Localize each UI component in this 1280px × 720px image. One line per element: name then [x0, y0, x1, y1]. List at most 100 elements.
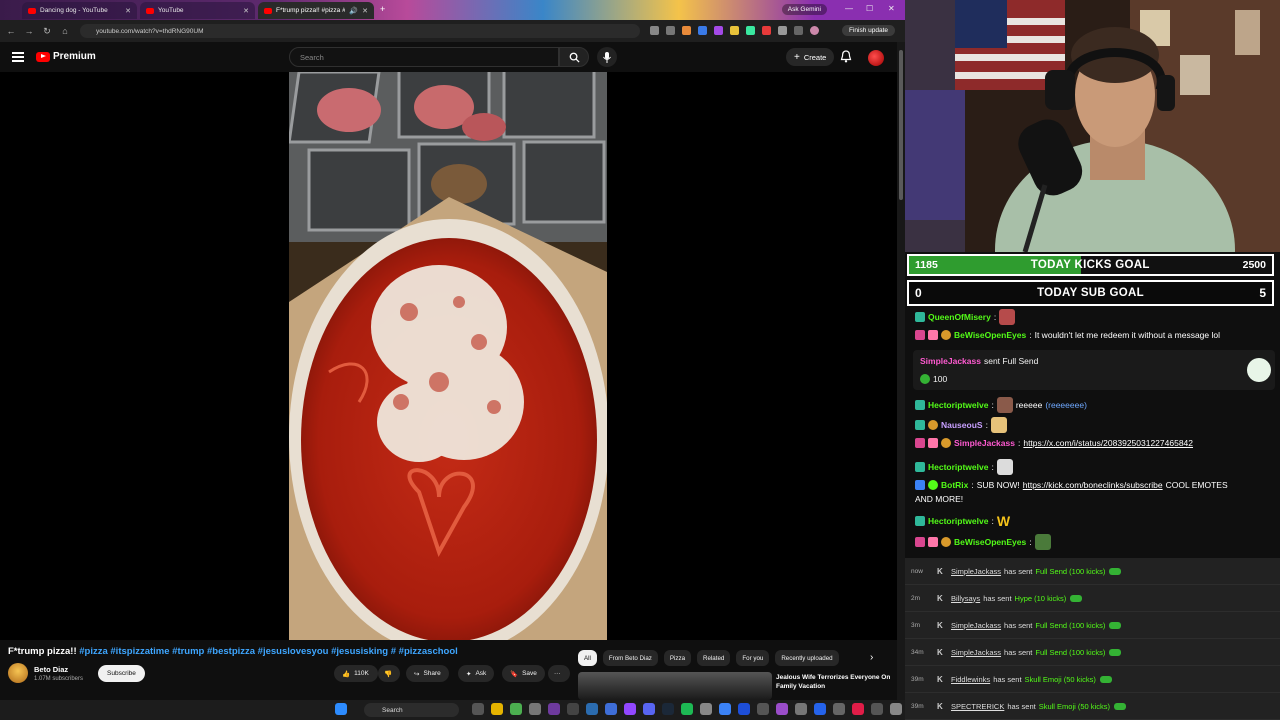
event-user[interactable]: SimpleJackass	[951, 567, 1001, 576]
app-icon[interactable]	[624, 703, 636, 715]
ask-gemini-button[interactable]: Ask Gemini	[781, 4, 827, 15]
url-field[interactable]: youtube.com/watch?v=thdRNG90UM	[80, 24, 640, 38]
subscribe-button[interactable]: Subscribe	[98, 665, 145, 682]
chat-username[interactable]: SimpleJackass	[920, 356, 981, 366]
event-user[interactable]: Fiddlewinks	[951, 675, 990, 684]
finish-update-button[interactable]: Finish update	[841, 25, 895, 36]
video-frame[interactable]	[289, 72, 607, 640]
chip-pizza[interactable]: Pizza	[663, 650, 692, 666]
extension-icon[interactable]	[746, 26, 755, 35]
reload-icon[interactable]: ↻	[38, 26, 56, 37]
new-tab-icon[interactable]: +	[380, 4, 385, 14]
page-scrollbar[interactable]	[897, 42, 905, 700]
chat-username[interactable]: NauseouS	[941, 420, 983, 430]
chat-username[interactable]: BeWiseOpenEyes	[954, 330, 1026, 340]
search-button[interactable]	[559, 47, 589, 67]
chat-username[interactable]: Hectoriptwelve	[928, 516, 988, 526]
chip-from-channel[interactable]: From Beto Diaz	[602, 650, 658, 666]
extension-icon[interactable]	[714, 26, 723, 35]
chip-all[interactable]: All	[578, 650, 597, 666]
chat-username[interactable]: SimpleJackass	[954, 438, 1015, 448]
install-icon[interactable]	[650, 26, 659, 35]
recommended-video-thumbnail[interactable]	[578, 672, 772, 700]
app-icon[interactable]	[719, 703, 731, 715]
youtube-premium-logo[interactable]: Premium	[36, 51, 96, 62]
chat-username[interactable]: BotRix	[941, 480, 968, 490]
account-avatar[interactable]	[868, 50, 884, 66]
puzzle-icon[interactable]	[778, 26, 787, 35]
close-tab-icon[interactable]: ✕	[125, 7, 131, 15]
chip-for-you[interactable]: For you	[736, 650, 770, 666]
event-user[interactable]: SimpleJackass	[951, 648, 1001, 657]
app-icon[interactable]	[529, 703, 541, 715]
forward-icon[interactable]: →	[20, 26, 38, 36]
menu-icon[interactable]	[12, 52, 24, 64]
close-window-icon[interactable]: ✕	[888, 4, 895, 13]
event-user[interactable]: SPECTRERICK	[951, 702, 1004, 711]
file-explorer-icon[interactable]	[491, 703, 503, 715]
obs-icon[interactable]	[548, 703, 560, 715]
recommended-video-title[interactable]: Jealous Wife Terrorizes Everyone On Fami…	[776, 673, 896, 691]
home-icon[interactable]: ⌂	[56, 26, 74, 36]
chat-username[interactable]: QueenOfMisery	[928, 312, 991, 322]
like-button[interactable]: 👍 110K	[334, 665, 378, 682]
windows-start-icon[interactable]	[335, 703, 347, 715]
extension-icon[interactable]	[682, 26, 691, 35]
sidebar-icon[interactable]	[794, 26, 803, 35]
ask-button[interactable]: ✦ Ask	[458, 665, 495, 682]
more-actions-button[interactable]: ···	[548, 665, 570, 682]
chip-recently-uploaded[interactable]: Recently uploaded	[775, 650, 839, 666]
app-icon[interactable]	[795, 703, 807, 715]
extension-icon[interactable]	[730, 26, 739, 35]
profile-avatar-icon[interactable]	[810, 26, 819, 35]
app-icon[interactable]	[757, 703, 769, 715]
close-tab-icon[interactable]: ✕	[243, 7, 249, 15]
steam-icon[interactable]	[662, 703, 674, 715]
taskbar-search[interactable]: Search	[364, 703, 459, 717]
app-icon[interactable]	[871, 703, 883, 715]
channel-avatar[interactable]	[8, 663, 28, 683]
chat-username[interactable]: Hectoriptwelve	[928, 462, 988, 472]
extension-icon[interactable]	[698, 26, 707, 35]
create-button[interactable]: + Create	[786, 48, 835, 66]
chat-link[interactable]: https://kick.com/boneclinks/subscribe	[1023, 480, 1163, 490]
event-user[interactable]: SimpleJackass	[951, 621, 1001, 630]
task-view-icon[interactable]	[472, 703, 484, 715]
event-user[interactable]: Billysays	[951, 594, 980, 603]
voice-search-button[interactable]	[597, 47, 617, 67]
video-player[interactable]	[0, 72, 897, 640]
app-icon[interactable]	[586, 703, 598, 715]
share-button[interactable]: ↪ Share	[406, 665, 449, 682]
premiere-icon[interactable]	[776, 703, 788, 715]
app-icon[interactable]	[567, 703, 579, 715]
bookmark-star-icon[interactable]	[666, 26, 675, 35]
dislike-button[interactable]: 👎	[378, 665, 400, 682]
app-icon[interactable]	[890, 703, 902, 715]
app-icon[interactable]	[833, 703, 845, 715]
app-icon[interactable]	[700, 703, 712, 715]
chip-related[interactable]: Related	[697, 650, 731, 666]
channel-name[interactable]: Beto Diaz	[34, 665, 68, 674]
notifications-button[interactable]	[840, 50, 852, 68]
chevron-right-icon[interactable]: ›	[870, 652, 873, 663]
minimize-icon[interactable]: —	[845, 4, 853, 13]
tab-dancing-dog[interactable]: Dancing dog - YouTube ✕	[22, 2, 137, 19]
app-icon[interactable]	[814, 703, 826, 715]
app-icon[interactable]	[852, 703, 864, 715]
chrome-icon[interactable]	[510, 703, 522, 715]
app-icon[interactable]	[605, 703, 617, 715]
save-button[interactable]: 🔖 Save	[502, 665, 545, 682]
back-icon[interactable]: ←	[2, 26, 20, 36]
tab-trump-pizza[interactable]: F*trump pizza!! #pizza #it... 🔊 ✕	[258, 2, 374, 19]
spotify-icon[interactable]	[681, 703, 693, 715]
chat-link[interactable]: https://x.com/i/status/20839250312274658…	[1023, 438, 1193, 448]
maximize-icon[interactable]: ☐	[866, 4, 873, 13]
search-input[interactable]: Search	[289, 47, 559, 67]
extension-icon[interactable]	[762, 26, 771, 35]
close-tab-icon[interactable]: ✕	[362, 7, 368, 15]
chat-username[interactable]: Hectoriptwelve	[928, 400, 988, 410]
app-icon[interactable]	[738, 703, 750, 715]
tab-youtube[interactable]: YouTube ✕	[140, 2, 255, 19]
video-hashtags[interactable]: #pizza #itspizzatime #trump #bestpizza #…	[79, 646, 458, 657]
discord-icon[interactable]	[643, 703, 655, 715]
